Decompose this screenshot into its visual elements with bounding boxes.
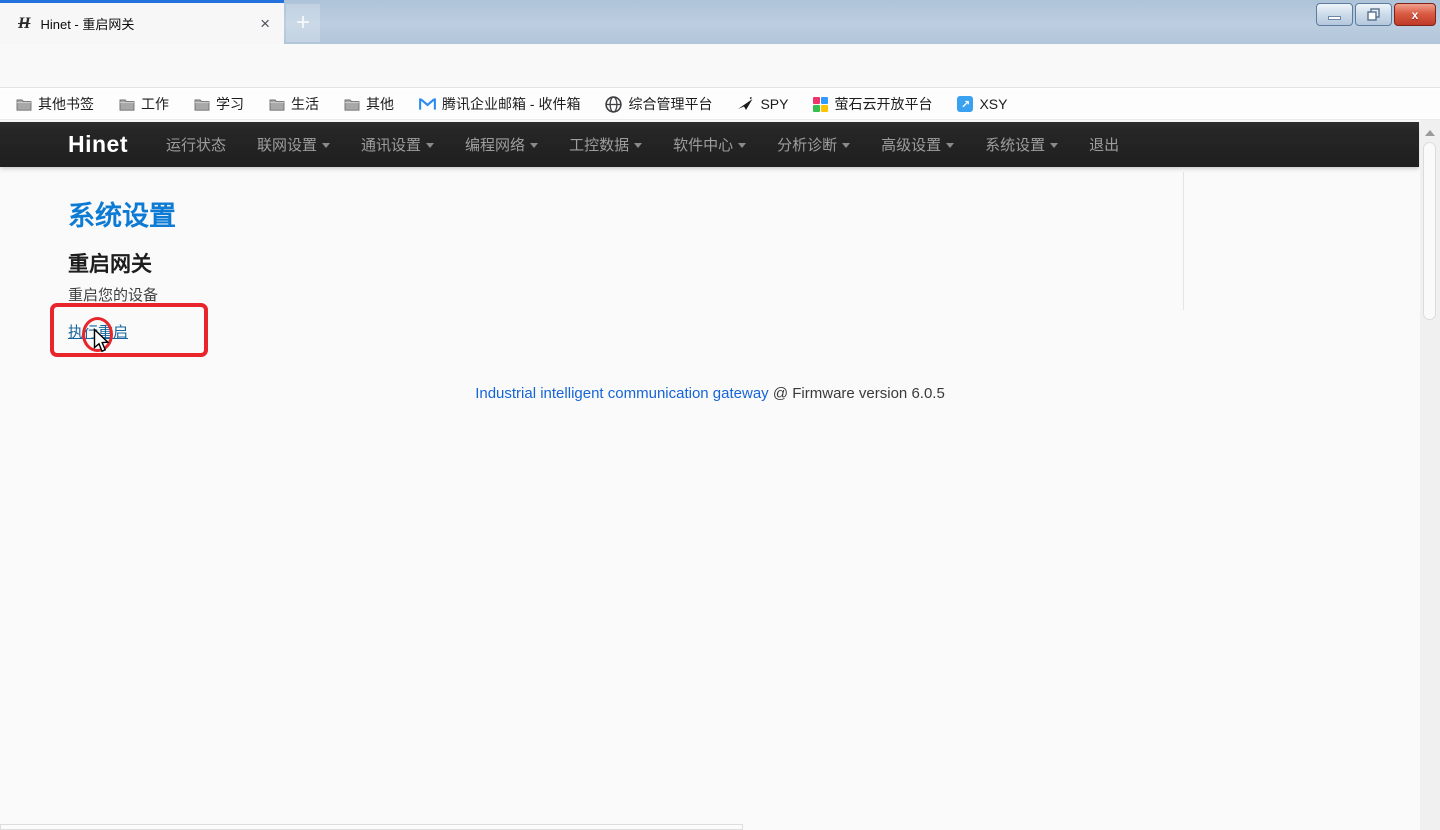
page-title: 重启网关 — [68, 248, 152, 278]
bookmarks-bar: 其他书签 工作 学习 生活 其他 腾讯企业邮箱 - 收件箱 综合管理平台 — [0, 89, 1440, 120]
tencent-mail-icon — [419, 97, 436, 111]
window-controls: x — [1316, 3, 1436, 26]
tab-title: Hinet - 重启网关 — [40, 14, 260, 33]
bookmark-folder-life[interactable]: 生活 — [269, 94, 319, 114]
tab-close-icon[interactable]: × — [260, 14, 270, 34]
bookmark-management-platform[interactable]: 综合管理平台 — [605, 94, 712, 114]
folder-icon — [119, 98, 135, 111]
nav-item-network-settings[interactable]: 联网设置 — [257, 134, 330, 155]
restore-button[interactable] — [1355, 3, 1392, 26]
titlebar: H Hinet - 重启网关 × + x — [0, 0, 1440, 44]
bookmark-tencent-mail[interactable]: 腾讯企业邮箱 - 收件箱 — [419, 94, 580, 114]
ezviz-icon — [813, 97, 828, 112]
chevron-down-icon — [842, 143, 850, 148]
chevron-down-icon — [946, 143, 954, 148]
folder-icon — [269, 98, 285, 111]
scroll-up-arrow-icon[interactable] — [1425, 130, 1435, 136]
page-subtitle: 重启您的设备 — [68, 284, 158, 305]
chevron-down-icon — [634, 143, 642, 148]
chevron-down-icon — [1050, 143, 1058, 148]
folder-icon — [16, 98, 32, 111]
app-nav-items: 运行状态 联网设置 通讯设置 编程网络 工控数据 软件中心 分析诊断 高级设置 … — [166, 134, 1119, 155]
folder-icon — [344, 98, 360, 111]
globe-icon — [605, 96, 622, 113]
horizontal-scrollbar-thumb[interactable] — [0, 824, 743, 830]
chevron-down-icon — [530, 143, 538, 148]
chevron-down-icon — [738, 143, 746, 148]
site-favicon: H — [18, 15, 30, 33]
section-title: 系统设置 — [68, 194, 176, 233]
vertical-scrollbar[interactable] — [1420, 120, 1440, 830]
chevron-down-icon — [426, 143, 434, 148]
nav-item-industrial-data[interactable]: 工控数据 — [569, 134, 642, 155]
close-button[interactable]: x — [1394, 3, 1436, 26]
xsy-icon: ↗ — [957, 96, 973, 112]
app-navbar: Hinet 运行状态 联网设置 通讯设置 编程网络 工控数据 软件中心 分析诊断… — [0, 122, 1419, 167]
close-icon: x — [1412, 8, 1419, 22]
restore-icon — [1367, 8, 1380, 21]
nav-item-software-center[interactable]: 软件中心 — [673, 134, 746, 155]
bookmark-folder-misc[interactable]: 其他 — [344, 94, 394, 114]
page-viewport: Hinet 运行状态 联网设置 通讯设置 编程网络 工控数据 软件中心 分析诊断… — [0, 120, 1440, 830]
gateway-product-link[interactable]: Industrial intelligent communication gat… — [475, 385, 769, 402]
nav-item-run-status[interactable]: 运行状态 — [166, 134, 226, 155]
minimize-button[interactable] — [1316, 3, 1353, 26]
folder-icon — [194, 98, 210, 111]
brand-logo[interactable]: Hinet — [68, 131, 128, 158]
nav-item-system-settings[interactable]: 系统设置 — [985, 134, 1058, 155]
vertical-scrollbar-thumb[interactable] — [1423, 142, 1436, 320]
bookmark-folder-work[interactable]: 工作 — [119, 94, 169, 114]
nav-item-advanced-settings[interactable]: 高级设置 — [881, 134, 954, 155]
bookmark-spy[interactable]: SPY — [737, 96, 788, 112]
dart-icon — [737, 97, 754, 112]
browser-toolbar: 192.168.9.99 /cgi-bin/luci/;stok=489fe39… — [0, 44, 1440, 88]
firmware-version-text: @ Firmware version 6.0.5 — [773, 385, 945, 402]
content-divider — [1183, 172, 1184, 310]
mouse-cursor-icon — [93, 328, 110, 354]
bookmark-ezviz-platform[interactable]: 萤石云开放平台 — [813, 94, 932, 114]
nav-item-comm-settings[interactable]: 通讯设置 — [361, 134, 434, 155]
nav-item-analysis-diagnosis[interactable]: 分析诊断 — [777, 134, 850, 155]
nav-item-programming-network[interactable]: 编程网络 — [465, 134, 538, 155]
nav-item-logout[interactable]: 退出 — [1089, 134, 1119, 155]
bookmark-folder-study[interactable]: 学习 — [194, 94, 244, 114]
chevron-down-icon — [322, 143, 330, 148]
minimize-icon — [1328, 16, 1341, 20]
browser-tab[interactable]: H Hinet - 重启网关 × — [0, 0, 284, 44]
footer: Industrial intelligent communication gat… — [0, 385, 1420, 402]
new-tab-button[interactable]: + — [286, 4, 320, 42]
bookmark-xsy[interactable]: ↗ XSY — [957, 96, 1007, 112]
bookmark-folder-other-bookmarks[interactable]: 其他书签 — [16, 94, 94, 114]
